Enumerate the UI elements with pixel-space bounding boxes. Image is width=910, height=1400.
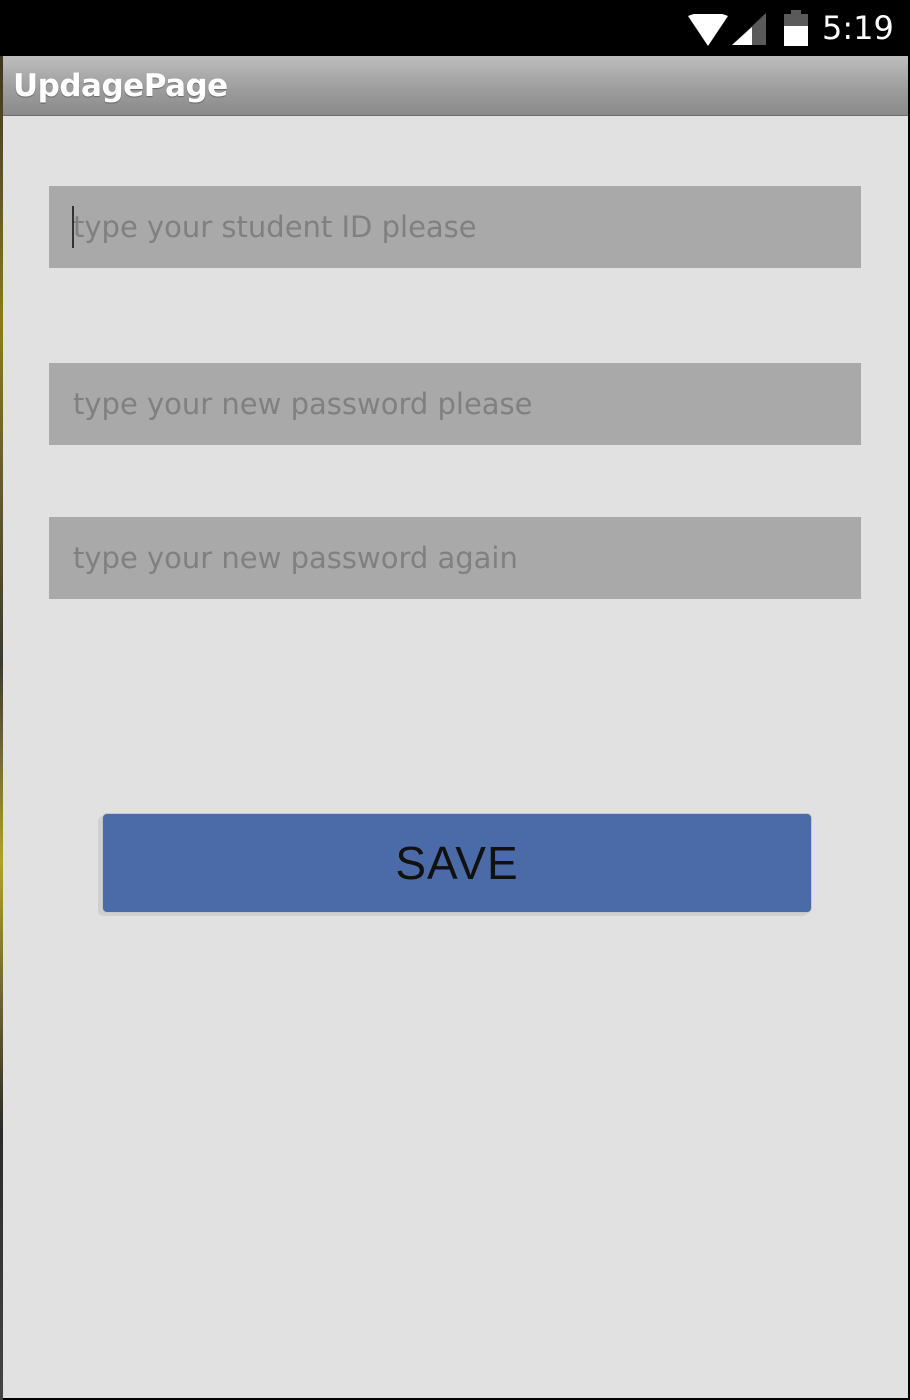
status-clock: 5:19 <box>822 9 894 47</box>
save-button[interactable]: SAVE <box>102 813 812 913</box>
update-form: SAVE <box>3 116 908 1398</box>
action-bar: UpdagePage <box>3 56 908 116</box>
status-bar: 5:19 <box>0 0 910 56</box>
student-id-input[interactable] <box>49 186 861 268</box>
device-screen: 5:19 UpdagePage SAVE <box>0 0 910 1400</box>
battery-icon <box>784 10 808 46</box>
wifi-icon <box>688 14 728 46</box>
new-password-input[interactable] <box>49 363 861 445</box>
signal-icon <box>732 13 766 45</box>
confirm-password-input[interactable] <box>49 517 861 599</box>
text-cursor <box>72 206 74 248</box>
page-title: UpdagePage <box>13 68 228 104</box>
